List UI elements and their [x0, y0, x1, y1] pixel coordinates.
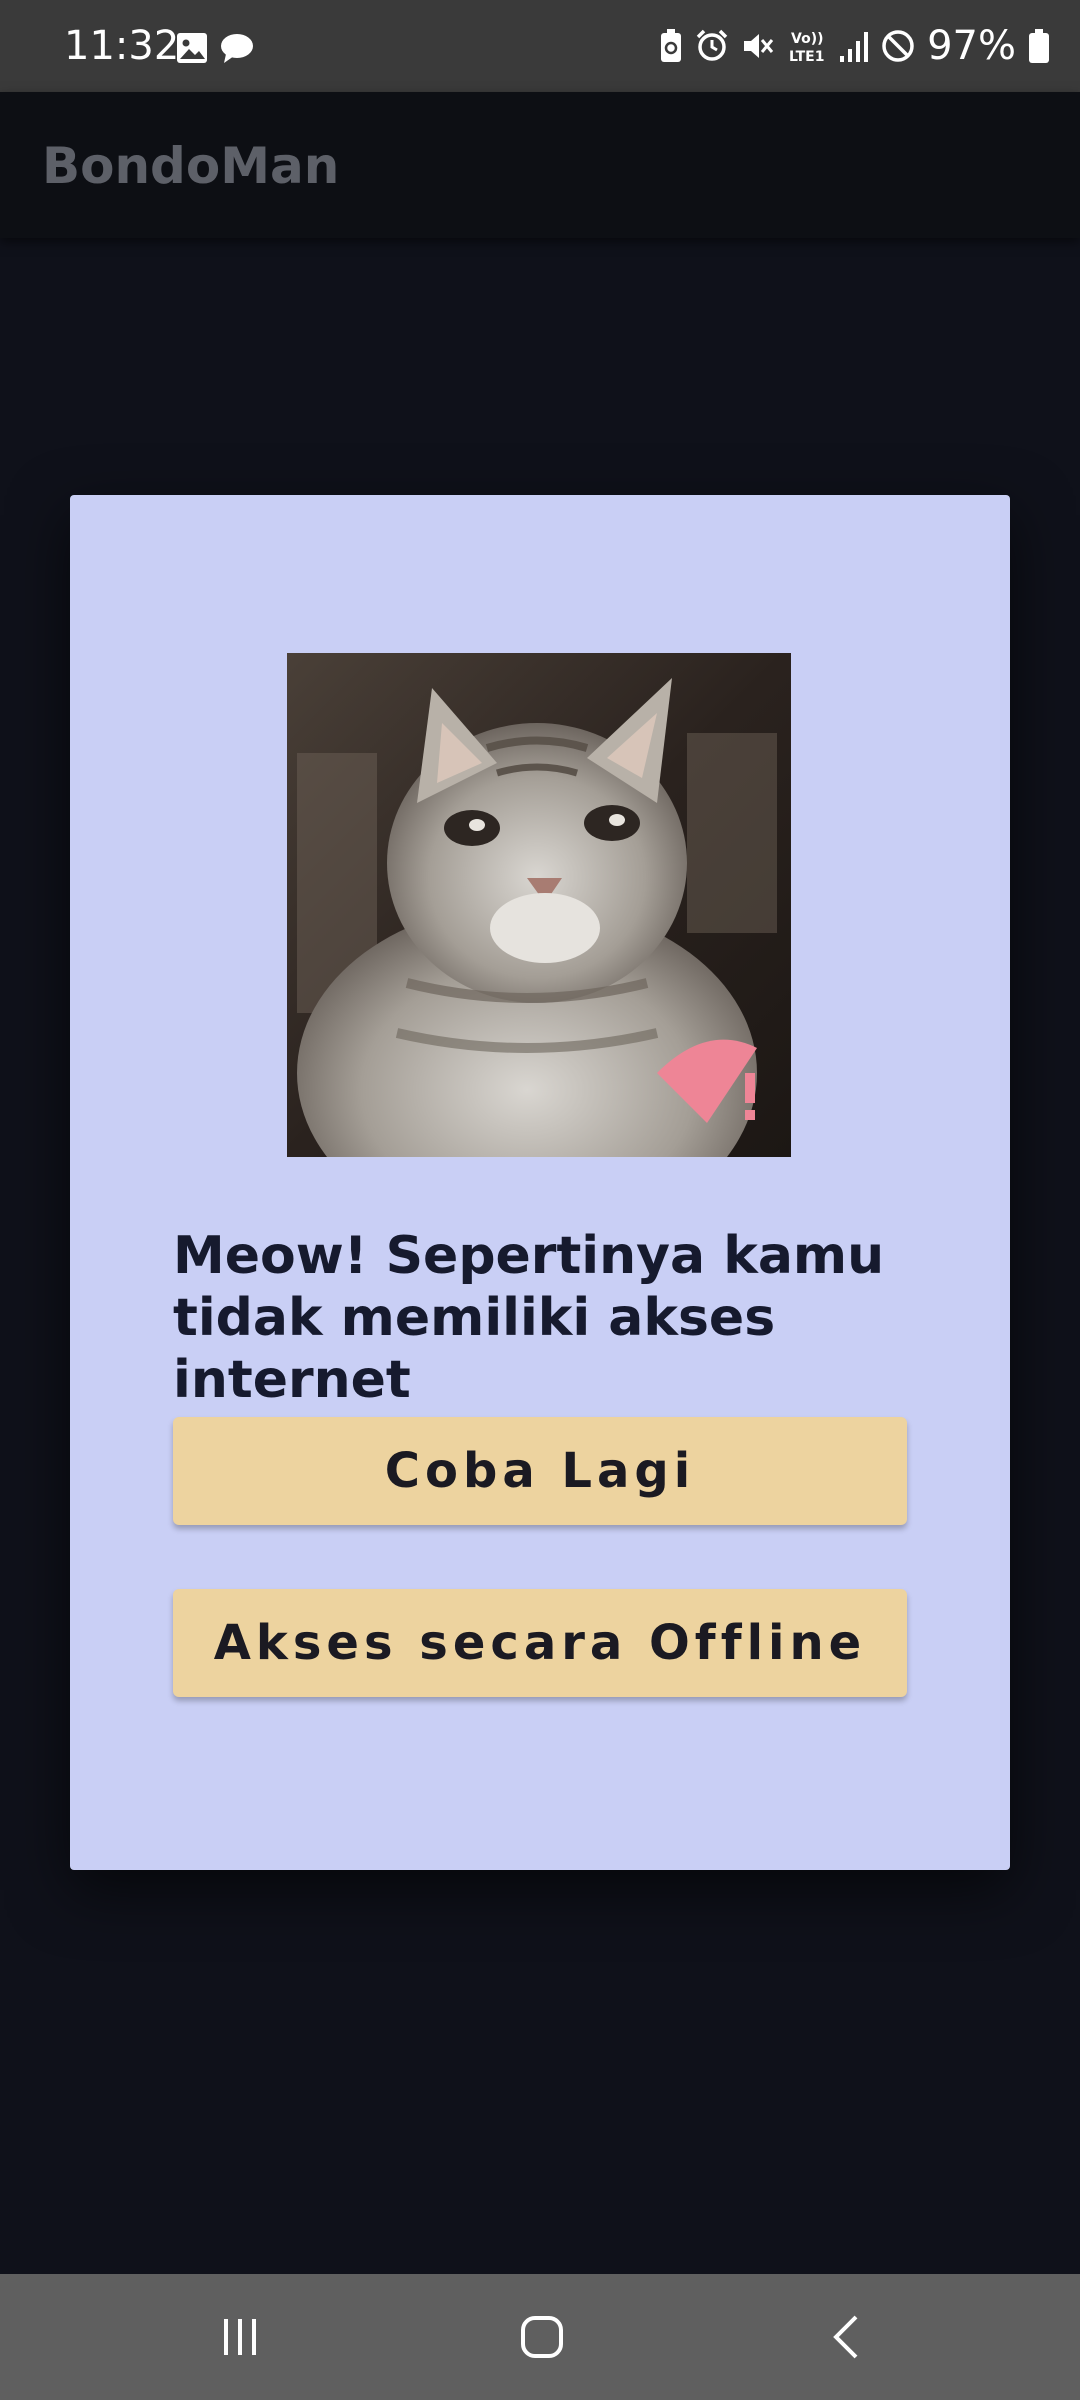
back-icon [833, 2315, 858, 2359]
mute-icon [744, 34, 774, 58]
do-not-disturb-icon [882, 30, 914, 62]
svg-text:LTE1: LTE1 [789, 49, 824, 64]
signal-icon [840, 32, 869, 62]
home-button[interactable] [482, 2274, 602, 2400]
recent-apps-icon [224, 2319, 256, 2355]
volte-icon: Vo)) LTE1 [789, 31, 824, 64]
battery-percent: 97% [927, 23, 1016, 69]
image-icon [177, 33, 207, 63]
alarm-icon [696, 29, 728, 61]
no-internet-dialog: Meow! Sepertinya kamu tidak memiliki aks… [70, 495, 1010, 1870]
no-internet-message: Meow! Sepertinya kamu tidak memiliki aks… [173, 1226, 885, 1410]
battery-saver-icon [661, 29, 682, 62]
system-nav-bar [0, 2274, 1080, 2400]
battery-icon [1029, 29, 1049, 63]
chat-bubble-icon [221, 34, 253, 63]
status-time: 11:32 [64, 23, 180, 69]
offline-access-button[interactable]: Akses secara Offline [173, 1589, 907, 1697]
retry-button[interactable]: Coba Lagi [173, 1417, 907, 1525]
home-icon [521, 2316, 563, 2358]
system-icons: Vo)) LTE1 97% [659, 22, 1050, 70]
notification-icons [176, 32, 254, 64]
app-title: BondoMan [42, 137, 340, 195]
cat-image [287, 653, 791, 1157]
back-button[interactable] [786, 2274, 906, 2400]
svg-text:Vo)): Vo)) [791, 31, 823, 47]
status-bar: 11:32 Vo)) LTE1 97% [0, 0, 1080, 92]
recent-apps-button[interactable] [180, 2274, 300, 2400]
app-bar: BondoMan [0, 92, 1080, 238]
